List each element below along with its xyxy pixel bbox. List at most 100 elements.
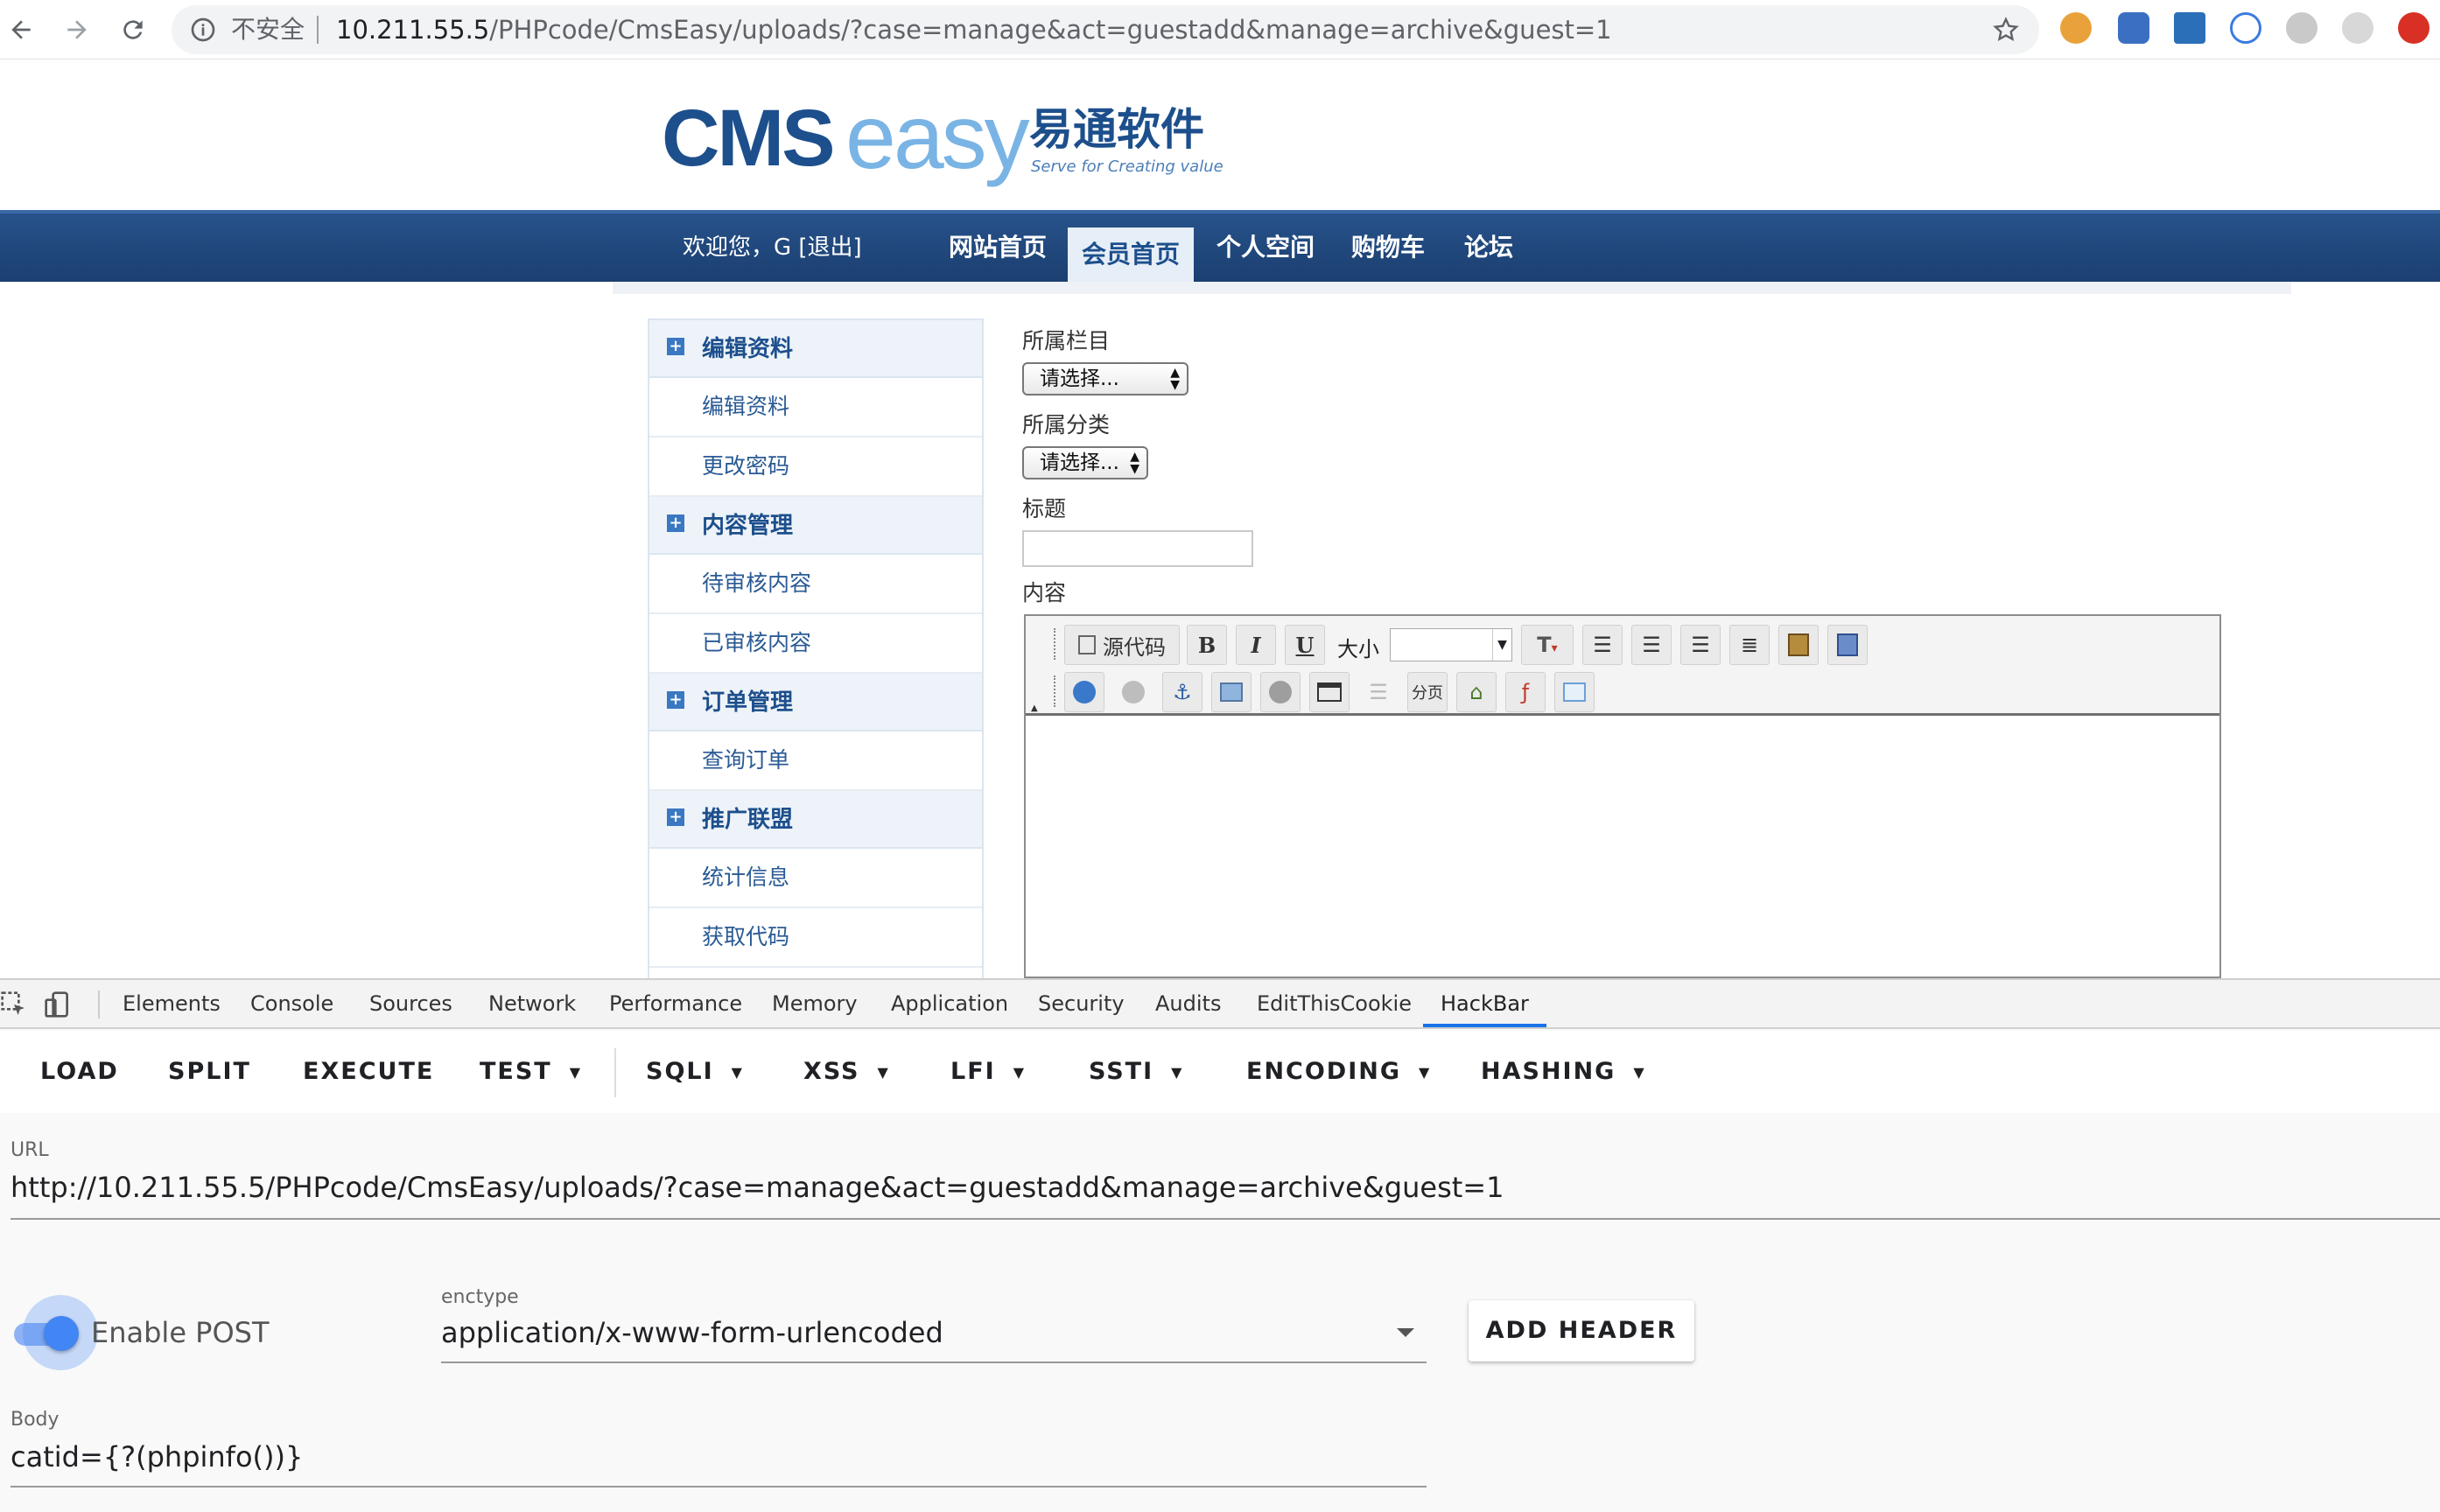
expand-plus-icon[interactable]: + (667, 691, 684, 709)
ssti-menu-button[interactable]: SSTI ▼ (1089, 1031, 1183, 1113)
tab-hackbar[interactable]: HackBar (1423, 980, 1546, 1027)
sidebar-item-approved-content[interactable]: 已审核内容 (649, 614, 982, 674)
title-input[interactable] (1022, 530, 1253, 567)
underline-button[interactable]: U (1285, 625, 1325, 665)
tab-memory[interactable]: Memory (772, 980, 858, 1027)
sidebar-group-orders[interactable]: + 订单管理 (649, 674, 982, 732)
insert-image-button[interactable] (1211, 672, 1252, 712)
sidebar-group-content[interactable]: + 内容管理 (649, 497, 982, 555)
anchor-button[interactable]: ⚓ (1162, 672, 1202, 712)
image-icon (1220, 682, 1243, 702)
sqli-menu-button[interactable]: SQLI ▼ (646, 1031, 744, 1113)
welcome-text[interactable]: 欢迎您，G [退出] (683, 214, 862, 282)
insert-home-button[interactable]: ⌂ (1456, 672, 1497, 712)
device-toolbar-icon[interactable] (44, 990, 72, 1018)
tab-editthiscookie[interactable]: EditThisCookie (1257, 980, 1412, 1027)
page-break-button[interactable]: 分页 (1407, 672, 1448, 712)
tab-application[interactable]: Application (891, 980, 1008, 1027)
extension-yab-icon[interactable] (2398, 12, 2429, 44)
type-select[interactable]: 请选择... ▲ ▼ (1022, 446, 1148, 480)
tab-performance[interactable]: Performance (609, 980, 742, 1027)
tab-security[interactable]: Security (1038, 980, 1125, 1027)
sidebar-item-get-code[interactable]: 获取代码 (649, 908, 982, 968)
sidebar-item-change-password[interactable]: 更改密码 (649, 438, 982, 497)
address-url[interactable]: 10.211.55.5/PHPcode/CmsEasy/uploads/?cas… (336, 5, 1612, 54)
extension-s-icon[interactable] (2174, 12, 2205, 44)
align-justify-button[interactable]: ≣ (1729, 625, 1770, 665)
bold-button[interactable]: B (1187, 625, 1227, 665)
reload-button[interactable] (112, 9, 154, 51)
nav-home[interactable]: 网站首页 (936, 214, 1059, 282)
address-bar[interactable]: 不安全 10.211.55.5/PHPcode/CmsEasy/uploads/… (172, 5, 2039, 54)
extension-moon-icon[interactable] (2342, 12, 2373, 44)
enctype-dropdown-icon[interactable] (1397, 1328, 1414, 1337)
extension-cloud-icon[interactable] (2230, 12, 2261, 44)
nav-forum[interactable]: 论坛 (1449, 214, 1528, 282)
insert-code-button[interactable] (1554, 672, 1595, 712)
inspect-element-icon[interactable] (0, 990, 28, 1018)
italic-button[interactable]: I (1236, 625, 1276, 665)
back-button[interactable] (0, 9, 42, 51)
nav-member-home[interactable]: 会员首页 (1068, 228, 1194, 282)
paste-button[interactable] (1778, 625, 1819, 665)
enable-post-toggle[interactable] (44, 1316, 79, 1351)
caret-down-icon: ▼ (569, 1063, 583, 1081)
clear-format-button[interactable]: ƒ (1505, 672, 1546, 712)
sidebar-item-query-orders[interactable]: 查询订单 (649, 732, 982, 791)
bookmark-star-icon[interactable] (1992, 16, 2020, 44)
sidebar-item-statistics[interactable]: 统计信息 (649, 849, 982, 908)
extension-cookie-icon[interactable] (2060, 12, 2092, 44)
encoding-menu-button[interactable]: ENCODING ▼ (1246, 1031, 1431, 1113)
forward-button[interactable] (56, 9, 98, 51)
nav-personal-space[interactable]: 个人空间 (1204, 214, 1327, 282)
body-field[interactable]: catid={?(phpinfo())} (11, 1440, 303, 1474)
source-code-button[interactable]: 源代码 (1064, 625, 1180, 665)
sidebar-group-affiliate[interactable]: + 推广联盟 (649, 791, 982, 849)
split-button[interactable]: SPLIT (168, 1031, 251, 1113)
extension-translate-icon[interactable] (2118, 12, 2149, 44)
extension-grey-icon[interactable] (2286, 12, 2317, 44)
sidebar-item-pending-content[interactable]: 待审核内容 (649, 555, 982, 614)
test-menu-button[interactable]: TEST ▼ (480, 1031, 582, 1113)
tab-console[interactable]: Console (250, 980, 333, 1027)
load-button[interactable]: LOAD (40, 1031, 119, 1113)
toolbar-grip[interactable] (1054, 676, 1057, 707)
nav-cart[interactable]: 购物车 (1339, 214, 1437, 282)
execute-button[interactable]: EXECUTE (303, 1031, 434, 1113)
tab-sources[interactable]: Sources (369, 980, 452, 1027)
enctype-select[interactable]: application/x-www-form-urlencoded (441, 1316, 943, 1349)
info-icon[interactable] (189, 16, 217, 44)
paste-word-button[interactable] (1827, 625, 1868, 665)
sidebar-item-edit-profile[interactable]: 编辑资料 (649, 378, 982, 438)
lfi-menu-button[interactable]: LFI ▼ (950, 1031, 1026, 1113)
url-host: 10.211.55.5 (336, 15, 490, 45)
sidebar-group-edit-profile[interactable]: + 编辑资料 (649, 320, 982, 378)
cmseasy-logo[interactable]: CMS easy 易通软件 Serve for Creating value (662, 89, 1224, 186)
toolbar-collapse-icon[interactable]: ▲ (1031, 704, 1038, 713)
content-editor[interactable]: 源代码 B I U 大小 ▼ T▾ ☰ ☰ ☰ ≣ ⚓ ☰ 分页 ⌂ ƒ ▲ (1024, 614, 2221, 978)
tab-network[interactable]: Network (488, 980, 576, 1027)
sidebar-group-title: 推广联盟 (702, 807, 794, 833)
add-header-button[interactable]: ADD HEADER (1469, 1300, 1694, 1362)
expand-plus-icon[interactable]: + (667, 338, 684, 355)
xss-menu-button[interactable]: XSS ▼ (803, 1031, 890, 1113)
hashing-menu-button[interactable]: HASHING ▼ (1481, 1031, 1646, 1113)
text-color-button[interactable]: T▾ (1521, 625, 1574, 665)
tab-elements[interactable]: Elements (123, 980, 221, 1027)
category-select[interactable]: 请选择... ▲ ▼ (1022, 362, 1188, 396)
insert-flash-button[interactable] (1260, 672, 1301, 712)
tab-audits[interactable]: Audits (1155, 980, 1221, 1027)
url-field[interactable]: http://10.211.55.5/PHPcode/CmsEasy/uploa… (11, 1171, 1504, 1204)
insert-link-button[interactable] (1064, 672, 1104, 712)
toolbar-grip[interactable] (1054, 628, 1057, 660)
font-size-select[interactable]: ▼ (1390, 628, 1512, 662)
insert-table-button[interactable] (1309, 672, 1350, 712)
align-center-button[interactable]: ☰ (1631, 625, 1672, 665)
expand-plus-icon[interactable]: + (667, 514, 684, 532)
test-menu-label: TEST (480, 1058, 552, 1085)
align-left-button[interactable]: ☰ (1582, 625, 1623, 665)
expand-plus-icon[interactable]: + (667, 808, 684, 826)
align-right-button[interactable]: ☰ (1680, 625, 1721, 665)
horizontal-rule-button[interactable]: ☰ (1358, 672, 1399, 712)
unlink-button[interactable] (1113, 672, 1153, 712)
